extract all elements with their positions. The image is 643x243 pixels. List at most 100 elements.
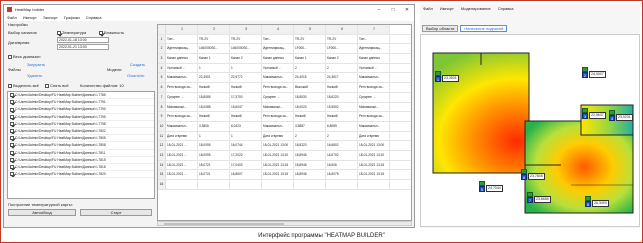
table-cell[interactable]: 15,6047 (230, 102, 262, 112)
table-cell[interactable]: Канал 2 (230, 54, 262, 63)
table-cell[interactable]: 18-01-2021 13:15 (262, 170, 294, 179)
column-header[interactable]: 5 (294, 25, 326, 34)
table-cell[interactable]: Идентификац... (166, 44, 198, 54)
table-cell[interactable]: Максимальн... (358, 73, 390, 83)
table-cell[interactable]: Низкий (198, 83, 230, 92)
table-row[interactable]: 1 Тип... TR-2V TR-2V Тип... TR-2V TR-2V Тип... (158, 34, 411, 45)
table-cell[interactable]: Максимальн... (166, 73, 198, 83)
menu-help[interactable]: Справка (86, 15, 102, 20)
table-cell[interactable]: 18,6220 (326, 92, 358, 102)
table-cell[interactable] (294, 180, 326, 189)
table-cell[interactable]: 18,0095 (198, 141, 230, 150)
table-cell[interactable]: 18,0023 (294, 102, 326, 112)
table-cell[interactable]: TR-2V (198, 34, 230, 44)
table-cell[interactable]: 22,9772 (230, 73, 262, 83)
table-cell[interactable]: Условный ... (166, 63, 198, 73)
table-row[interactable]: 6 Регл выхода за... Низкий Низкий Регл выход… (158, 83, 411, 93)
table-cell[interactable]: 18-01-2021 13:00 (262, 141, 294, 150)
column-header[interactable]: 7 (358, 25, 390, 34)
menu-charts[interactable]: Графики (64, 15, 80, 20)
table-cell[interactable]: Дата и время (358, 131, 390, 141)
table-row[interactable]: 5 Максимальн... 22,3901 22,9772 Максимальн..… (158, 73, 411, 84)
table-cell[interactable]: 18-01-2021 ... (166, 141, 198, 150)
table-cell[interactable]: 17,0403 (230, 160, 262, 170)
menu-import[interactable]: Импорт (23, 15, 37, 20)
table-cell[interactable]: Низкий (198, 112, 230, 121)
table-cell[interactable]: 2 (294, 63, 326, 73)
table-cell[interactable]: 1F000... (326, 44, 358, 54)
table-cell[interactable]: 6,0423 (230, 121, 262, 131)
table-cell[interactable]: 18,8530 (294, 92, 326, 102)
right-menu-modeling[interactable]: Моделирование (461, 6, 491, 11)
table-cell[interactable]: Регл выхода за... (262, 83, 294, 92)
table-cell[interactable]: 6,8089 (326, 121, 358, 131)
table-cell[interactable]: Условный ... (262, 63, 294, 73)
table-cell[interactable]: Максимальн... (262, 73, 294, 83)
file-list-item[interactable]: C:\Users\Admin\Desktop\FU HeatMap Builde… (8, 171, 154, 179)
heatmap-canvas[interactable]: 1 23,3901 2 24,0007 3 22,9637 4 23,0231 5 24,7044… (420, 34, 640, 227)
table-cell[interactable]: 18,8946 (294, 160, 326, 170)
table-cell[interactable]: Максимальн... (262, 121, 294, 131)
full-range-checkbox[interactable]: Весь диапазон (8, 54, 40, 59)
table-cell[interactable]: 18,0095 (198, 150, 230, 160)
table-cell[interactable]: 18,8946 (294, 150, 326, 160)
table-cell[interactable]: TR-2V (326, 34, 358, 44)
table-cell[interactable]: Высокий (294, 83, 326, 92)
temperature-checkbox[interactable]: Температура (57, 30, 86, 35)
table-cell[interactable]: 18-01-2021 13:15 (262, 160, 294, 170)
sensor-marker[interactable]: 1 23,3901 (435, 71, 459, 82)
table-cell[interactable]: Низкий (326, 83, 358, 92)
table-cell[interactable]: 18,0721 (198, 160, 230, 170)
table-row[interactable]: 15 18-01-2021 ... 18,0721 16,8607 18-01-2021… (158, 170, 411, 180)
table-row[interactable]: 14 18-01-2021 ... 18,0721 17,0403 18-01-2021… (158, 160, 411, 171)
close-button[interactable]: ✕ (400, 7, 414, 13)
table-cell[interactable] (358, 180, 390, 189)
load-link[interactable]: Загрузить (27, 62, 45, 67)
table-cell[interactable]: Тип... (262, 34, 294, 44)
table-cell[interactable]: 18-01-2021 13:15 (358, 170, 390, 179)
sensor-marker[interactable]: 4 23,0231 (609, 110, 633, 121)
table-row[interactable]: 13 18-01-2021 ... 18,0095 17,2022 18-01-2021… (158, 150, 411, 161)
table-cell[interactable]: Среднее ... (358, 92, 390, 102)
table-cell[interactable]: 16,8607 (230, 170, 262, 179)
table-cell[interactable]: 17,3700 (230, 92, 262, 102)
table-cell[interactable]: Среднее ... (262, 92, 294, 102)
file-list-item[interactable]: C:\Users\Admin\Desktop\FU HeatMap Builde… (8, 157, 154, 164)
table-cell[interactable] (166, 180, 198, 189)
horizontal-scrollbar[interactable] (157, 221, 412, 226)
table-cell[interactable]: 1 (198, 131, 230, 141)
table-cell[interactable]: Условный ... (358, 63, 390, 73)
table-cell[interactable]: Низкий (326, 112, 358, 121)
right-menu-help[interactable]: Справка (498, 6, 514, 11)
table-cell[interactable]: 18-01-2021 ... (166, 150, 198, 160)
table-cell[interactable]: 1 (198, 63, 230, 73)
table-cell[interactable]: Тип... (166, 34, 198, 44)
sensor-marker[interactable]: 5 24,7044 (479, 181, 503, 192)
table-row[interactable]: 2 Идентификац... 1460000S0... 1460000S0... И… (158, 44, 411, 55)
right-menu-import[interactable]: Импорт (440, 6, 454, 11)
table-row[interactable]: 12 18-01-2021 ... 18,0095 16,0744 18-01-2021… (158, 141, 411, 151)
table-cell[interactable]: Канал 1 (294, 54, 326, 63)
table-cell[interactable]: 24,3617 (326, 73, 358, 83)
table-cell[interactable]: Идентификац... (358, 44, 390, 54)
table-cell[interactable]: 16,606 (326, 160, 358, 170)
table-cell[interactable]: Регл выхода за... (358, 83, 390, 92)
table-cell[interactable]: Регл выхода за... (358, 112, 390, 121)
table-cell[interactable]: Регл выхода за... (166, 83, 198, 92)
table-cell[interactable]: 3,5887 (294, 121, 326, 131)
sensor-marker[interactable]: 8 26,3493 (585, 196, 609, 207)
table-cell[interactable]: Минимальн... (262, 102, 294, 112)
table-cell[interactable]: 3,3806 (198, 121, 230, 131)
file-list-item[interactable]: C:\Users\Admin\Desktop\FU HeatMap Builde… (8, 128, 154, 136)
table-row[interactable]: 7 Среднее ... 18,8085 17,3700 Среднее ... 18,… (158, 92, 411, 103)
table-row[interactable]: 16 (158, 180, 411, 190)
table-cell[interactable]: Канал 1 (198, 54, 230, 63)
file-list-item[interactable]: C:\Users\Admin\Desktop\FU HeatMap Builde… (8, 99, 154, 107)
column-header[interactable] (158, 25, 166, 34)
table-row[interactable]: 10 Максимальн... 3,3806 6,0423 Максимальн...… (158, 121, 411, 132)
table-cell[interactable] (326, 180, 358, 189)
table-row[interactable]: 3 Канал данных Канал 1 Канал 2 Канал данных К… (158, 54, 411, 64)
clear-link[interactable]: Очистить (127, 73, 144, 78)
file-list-item[interactable]: C:\Users\Admin\Desktop\FU HeatMap Builde… (8, 150, 154, 157)
date-to-input[interactable]: 2022-01-21 13:00 (57, 44, 109, 50)
